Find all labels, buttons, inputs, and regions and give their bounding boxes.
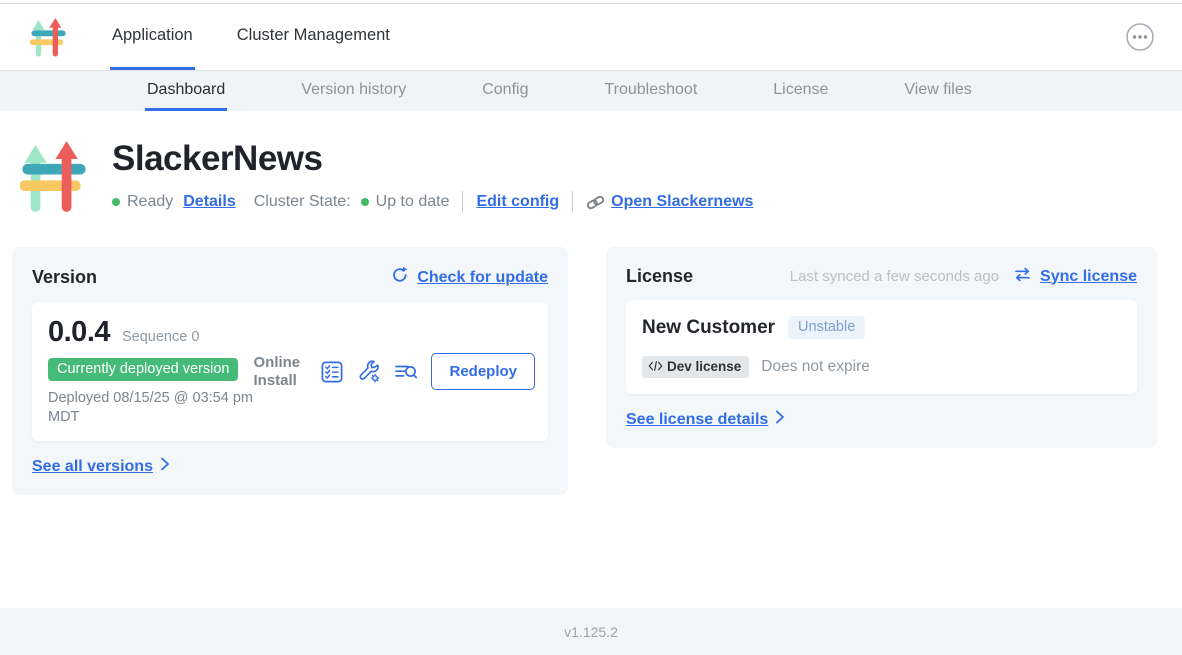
last-synced-label: Last synced a few seconds ago: [790, 268, 999, 285]
view-logs-icon[interactable]: [394, 360, 418, 384]
check-for-update-link[interactable]: Check for update: [417, 269, 548, 287]
tab-cluster-management[interactable]: Cluster Management: [235, 4, 392, 70]
deployed-timestamp: Deployed 08/15/25 @ 03:54 pm MDT: [48, 389, 253, 427]
subtab-dashboard[interactable]: Dashboard: [145, 71, 227, 111]
license-expiry: Does not expire: [761, 358, 870, 376]
sequence-label: Sequence 0: [122, 329, 199, 345]
subtab-license[interactable]: License: [771, 71, 830, 111]
redeploy-button[interactable]: Redeploy: [431, 353, 535, 390]
cluster-state-label: Cluster State:: [254, 193, 351, 211]
code-icon: [648, 359, 663, 374]
license-card-title: License: [626, 266, 693, 287]
config-wrench-icon[interactable]: [357, 360, 381, 384]
app-sub-nav: Dashboard Version history Config Trouble…: [0, 70, 1182, 111]
subtab-troubleshoot[interactable]: Troubleshoot: [602, 71, 699, 111]
top-nav-tabs: Application Cluster Management: [110, 4, 392, 70]
subtab-version-history[interactable]: Version history: [299, 71, 408, 111]
details-link[interactable]: Details: [183, 193, 235, 211]
edit-config-link[interactable]: Edit config: [476, 193, 559, 211]
tab-application[interactable]: Application: [110, 4, 195, 70]
app-status-label: Ready: [127, 193, 173, 211]
app-status-row: Ready Details Cluster State: Up to date …: [112, 191, 753, 213]
license-type-badge: Dev license: [642, 356, 749, 378]
see-license-details-link[interactable]: See license details: [626, 410, 785, 429]
app-header: SlackerNews Ready Details Cluster State:…: [20, 135, 1182, 213]
divider: [462, 191, 463, 213]
slackernews-logo: [30, 17, 66, 57]
see-all-versions-link[interactable]: See all versions: [32, 457, 170, 476]
dashboard-cards: Version Check for update 0.0.4 Sequence …: [12, 247, 1158, 495]
top-nav: Application Cluster Management: [0, 4, 1182, 70]
cluster-state-dot: [361, 198, 369, 206]
current-version-box: 0.0.4 Sequence 0 Currently deployed vers…: [32, 302, 548, 441]
link-icon: [586, 193, 605, 212]
open-app-link[interactable]: Open Slackernews: [611, 193, 753, 211]
cluster-state-value: Up to date: [376, 193, 450, 211]
license-details-box: New Customer Unstable Dev license Does n…: [626, 300, 1137, 394]
license-card: License Last synced a few seconds ago Sy…: [606, 247, 1157, 448]
console-footer: v1.125.2: [0, 608, 1182, 655]
divider: [572, 191, 573, 213]
install-type-label: Online Install: [253, 354, 307, 389]
slackernews-app-logo: [20, 139, 86, 213]
sync-license-link[interactable]: Sync license: [1040, 268, 1137, 286]
version-card-title: Version: [32, 267, 97, 288]
sync-icon: [1013, 267, 1032, 287]
preflight-checklist-icon[interactable]: [320, 360, 344, 384]
version-number: 0.0.4: [48, 316, 110, 349]
app-status-dot: [112, 198, 120, 206]
refresh-icon: [391, 266, 409, 289]
subtab-view-files[interactable]: View files: [902, 71, 973, 111]
ellipsis-menu-icon[interactable]: [1124, 21, 1156, 53]
chevron-right-icon: [775, 410, 785, 429]
subtab-config[interactable]: Config: [480, 71, 530, 111]
console-version: v1.125.2: [564, 624, 618, 640]
deployed-badge: Currently deployed version: [48, 358, 238, 381]
customer-name: New Customer: [642, 317, 775, 339]
chevron-right-icon: [160, 457, 170, 476]
channel-badge: Unstable: [788, 316, 865, 339]
page-title: SlackerNews: [112, 139, 753, 179]
version-card: Version Check for update 0.0.4 Sequence …: [12, 247, 568, 495]
